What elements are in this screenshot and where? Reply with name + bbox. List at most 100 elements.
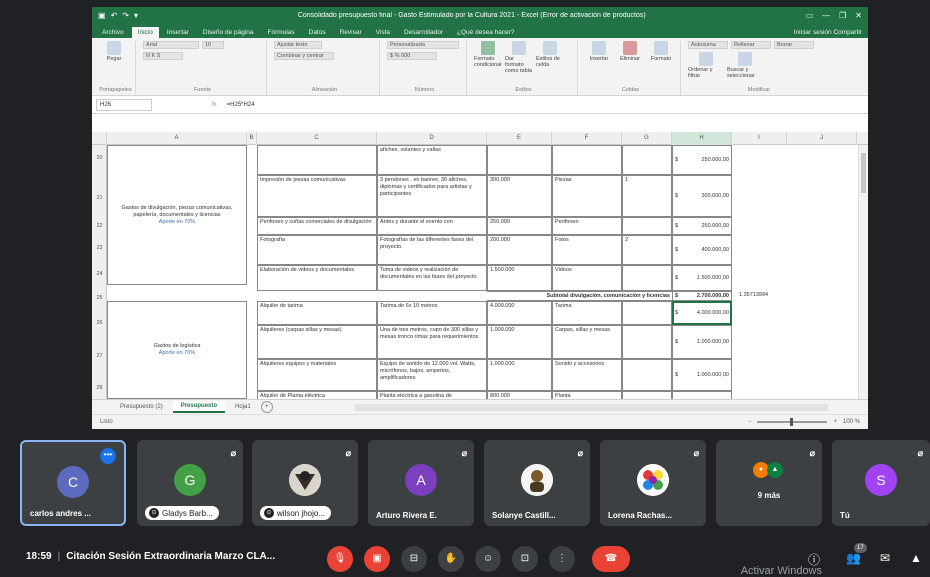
- item-cell[interactable]: Alquiler de Planta eléctrica: [257, 391, 377, 399]
- column-header[interactable]: B: [247, 132, 257, 145]
- minimize-icon[interactable]: —: [822, 11, 830, 20]
- find-select-button[interactable]: Buscar y seleccionar: [727, 52, 763, 79]
- subtotal-label[interactable]: Subtotal divulgación, comunicación y lic…: [487, 291, 672, 301]
- spreadsheet-grid[interactable]: Gastos de divulgación, piezas comunicati…: [107, 145, 868, 399]
- quantity-cell[interactable]: [622, 359, 672, 391]
- format-cells-button[interactable]: Formato: [647, 41, 675, 62]
- tab-insertar[interactable]: Insertar: [161, 27, 195, 38]
- total-cell[interactable]: [672, 391, 732, 399]
- quantity-cell[interactable]: 1: [622, 175, 672, 217]
- unit-cell[interactable]: Piezas: [552, 175, 622, 217]
- quantity-cell[interactable]: [622, 325, 672, 359]
- unit-value-cell[interactable]: 1.000.000: [487, 359, 552, 391]
- sheet-tab[interactable]: Hoja1: [227, 402, 259, 412]
- camera-toggle-button[interactable]: ▣: [364, 546, 390, 572]
- tab-revisar[interactable]: Revisar: [334, 27, 368, 38]
- column-header[interactable]: C: [257, 132, 377, 145]
- unit-cell[interactable]: Videos: [552, 265, 622, 291]
- unit-value-cell[interactable]: [487, 145, 552, 175]
- description-cell[interactable]: Tarima de 6x 10 metros: [377, 301, 487, 325]
- paste-button[interactable]: Pegar: [100, 41, 128, 62]
- item-cell[interactable]: Fotografía: [257, 235, 377, 265]
- cell-styles-button[interactable]: Estilos de celda: [536, 41, 564, 74]
- total-cell-selected[interactable]: $4.000.000,00: [672, 301, 732, 325]
- raise-hand-button[interactable]: ✋: [438, 546, 464, 572]
- formula-input[interactable]: =H25*H24: [227, 102, 255, 108]
- name-box[interactable]: H26: [96, 98, 152, 111]
- tell-me-search[interactable]: ¿Qué desea hacer?: [451, 27, 520, 38]
- unit-cell[interactable]: Tarima: [552, 301, 622, 325]
- quantity-cell[interactable]: [622, 217, 672, 235]
- participant-tile-self[interactable]: ⌀ S Tú: [832, 440, 930, 526]
- people-icon[interactable]: 👥 17: [846, 543, 867, 565]
- section-logistica-cell[interactable]: Gastos de logística Aporte en 70%: [107, 301, 247, 399]
- total-cell[interactable]: $400.000,00: [672, 235, 732, 265]
- fill-button[interactable]: Rellenar: [731, 41, 771, 49]
- row-header[interactable]: 22: [92, 223, 107, 229]
- participant-tile[interactable]: ••• C carlos andres ...: [20, 440, 126, 526]
- unit-value-cell[interactable]: 250.000: [487, 217, 552, 235]
- row-header[interactable]: 24: [92, 271, 107, 277]
- tab-archivo[interactable]: Archivo: [96, 27, 130, 38]
- participant-tile[interactable]: ⌀ Lorena Rachas...: [600, 440, 706, 526]
- description-cell[interactable]: 3 pendones , en banner, 30 afiches, dipl…: [377, 175, 487, 217]
- unit-cell[interactable]: Fotos: [552, 235, 622, 265]
- restore-icon[interactable]: ❐: [839, 11, 846, 20]
- column-header[interactable]: D: [377, 132, 487, 145]
- pin-icon[interactable]: ⊙: [149, 508, 159, 518]
- participant-tile[interactable]: ⌀ ⊙ wilson jhojo...: [252, 440, 358, 526]
- quantity-cell[interactable]: [622, 301, 672, 325]
- captions-button[interactable]: ⊟: [401, 546, 427, 572]
- wrap-text-button[interactable]: Ajustar texto: [274, 41, 322, 49]
- row-header[interactable]: 21: [92, 195, 107, 201]
- tab-formulas[interactable]: Fórmulas: [262, 27, 301, 38]
- column-header[interactable]: E: [487, 132, 552, 145]
- description-cell[interactable]: Toma de videos y realización de document…: [377, 265, 487, 291]
- unit-value-cell[interactable]: 300.000: [487, 175, 552, 217]
- sheet-tab-active[interactable]: Presupuesto: [172, 401, 226, 413]
- tab-datos[interactable]: Datos: [303, 27, 332, 38]
- participant-tile-others[interactable]: ⌀ ● ▲ 9 más: [716, 440, 822, 526]
- font-name-select[interactable]: Arial: [143, 41, 199, 49]
- close-icon[interactable]: ✕: [855, 11, 862, 20]
- unit-cell[interactable]: Perifoneo: [552, 217, 622, 235]
- redo-icon[interactable]: ↷: [122, 11, 129, 20]
- conditional-format-button[interactable]: Formato condicional: [474, 41, 502, 74]
- activities-icon[interactable]: ▲: [910, 551, 922, 565]
- number-format-buttons[interactable]: $ % 000: [387, 52, 437, 60]
- quantity-cell[interactable]: 2: [622, 235, 672, 265]
- description-cell[interactable]: Planta eléctrica a gasolina de: [377, 391, 487, 399]
- unit-cell[interactable]: Carpas, sillas y mesas: [552, 325, 622, 359]
- unit-cell[interactable]: Planta: [552, 391, 622, 399]
- unit-value-cell[interactable]: 800.000: [487, 391, 552, 399]
- pin-icon[interactable]: ⊙: [264, 508, 274, 518]
- quantity-cell[interactable]: [622, 145, 672, 175]
- delete-cells-button[interactable]: Eliminar: [616, 41, 644, 62]
- undo-icon[interactable]: ↶: [111, 11, 118, 20]
- zoom-level[interactable]: 100 %: [843, 419, 860, 425]
- item-cell[interactable]: Alquileres equipos y materiales: [257, 359, 377, 391]
- total-cell[interactable]: $1.000.000,00: [672, 325, 732, 359]
- zoom-out-icon[interactable]: −: [748, 419, 752, 425]
- number-format-select[interactable]: Personalizada: [387, 41, 459, 49]
- zoom-in-icon[interactable]: +: [833, 419, 837, 425]
- column-header[interactable]: A: [107, 132, 247, 145]
- section-divulgacion-cell[interactable]: Gastos de divulgación, piezas comunicati…: [107, 145, 247, 285]
- sort-filter-button[interactable]: Ordenar y filtrar: [688, 52, 724, 79]
- row-header[interactable]: 20: [92, 155, 107, 161]
- user-share[interactable]: Iniciar sesión Compartir: [788, 27, 868, 38]
- fx-icon[interactable]: fx: [212, 102, 217, 108]
- item-cell[interactable]: Elaboración de videos y documentales: [257, 265, 377, 291]
- more-options-button[interactable]: ⋮: [549, 546, 575, 572]
- column-header[interactable]: I: [732, 132, 787, 145]
- horizontal-scrollbar[interactable]: [354, 403, 828, 411]
- add-sheet-icon[interactable]: +: [260, 401, 273, 413]
- quantity-cell[interactable]: [622, 265, 672, 291]
- total-cell[interactable]: $1.500.000,00: [672, 265, 732, 291]
- column-header[interactable]: H: [672, 132, 732, 145]
- font-size-select[interactable]: 10: [202, 41, 224, 49]
- item-cell[interactable]: [257, 145, 377, 175]
- select-all-corner[interactable]: [92, 132, 107, 145]
- insert-cells-button[interactable]: Insertar: [585, 41, 613, 62]
- subtotal-extra[interactable]: 1.35713994: [737, 291, 797, 301]
